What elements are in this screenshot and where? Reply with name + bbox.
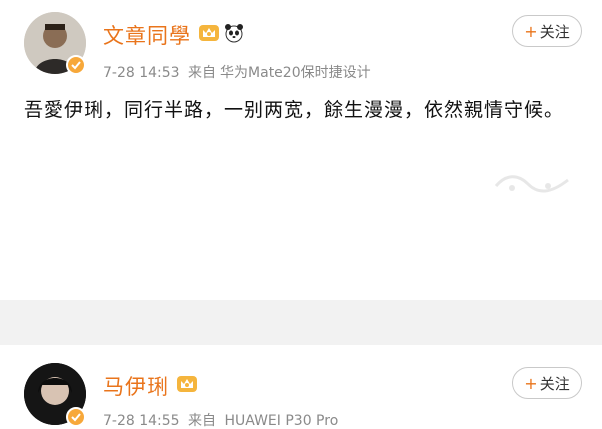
- user-badges: [198, 22, 245, 44]
- verified-badge-icon: [66, 55, 86, 75]
- watermark-logo: [494, 175, 569, 193]
- weibo-feed: 文章同學 7-28 14:53 来自 华为Mate20保时捷设计 + 关注 吾愛伊: [0, 0, 602, 429]
- post-content: 吾愛伊琍，同行半路，一别两宽，餘生漫漫，依然親情守候。: [24, 99, 565, 121]
- plus-icon: +: [524, 373, 538, 393]
- weibo-post: 马伊琍 7-28 14:55 来自 HUAWEI P30 Pro + 关注: [0, 345, 602, 429]
- vip-crown-icon: [199, 25, 219, 41]
- post-source[interactable]: HUAWEI P30 Pro: [224, 413, 338, 429]
- post-meta: 7-28 14:55 来自 HUAWEI P30 Pro: [103, 410, 342, 429]
- plus-icon: +: [524, 21, 538, 41]
- follow-button[interactable]: + 关注: [512, 15, 582, 47]
- username[interactable]: 文章同學: [103, 20, 191, 50]
- follow-label: 关注: [539, 22, 570, 41]
- username[interactable]: 马伊琍: [103, 371, 169, 401]
- verified-badge-icon: [66, 407, 86, 427]
- post-source-prefix: 来自: [188, 413, 217, 429]
- post-time[interactable]: 7-28 14:55: [103, 413, 180, 429]
- post-meta: 7-28 14:53 来自 华为Mate20保时捷设计: [103, 62, 375, 82]
- follow-button[interactable]: + 关注: [512, 367, 582, 399]
- vip-crown-icon: [177, 376, 197, 392]
- post-source[interactable]: 华为Mate20保时捷设计: [220, 65, 371, 81]
- panda-icon: [225, 24, 243, 43]
- feed-separator: [0, 300, 602, 345]
- weibo-post: 文章同學 7-28 14:53 来自 华为Mate20保时捷设计 + 关注 吾愛伊: [0, 0, 602, 300]
- user-badges: [176, 373, 198, 395]
- post-source-prefix: 来自: [188, 65, 217, 81]
- post-time[interactable]: 7-28 14:53: [103, 65, 180, 81]
- follow-label: 关注: [539, 374, 570, 393]
